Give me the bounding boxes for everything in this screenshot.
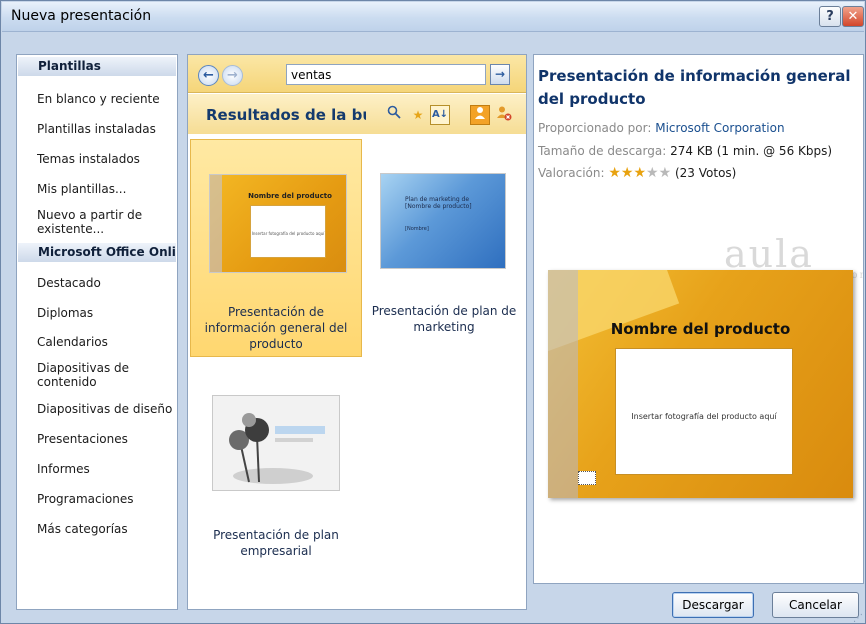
arrow-left-icon: ← bbox=[203, 68, 214, 83]
template-label: Presentación de información general del … bbox=[204, 305, 348, 351]
template-label: Presentación de plan de marketing bbox=[371, 304, 517, 334]
resize-grip-icon[interactable]: ⋰ bbox=[853, 613, 863, 624]
template-thumbnail: Nombre del producto Insertar fotografía … bbox=[209, 174, 347, 273]
star-empty-icon[interactable]: ★ bbox=[659, 165, 672, 181]
user-icon[interactable] bbox=[470, 105, 490, 125]
sidebar-item-design-slides[interactable]: Diapositivas de diseño bbox=[37, 402, 177, 416]
help-icon: ? bbox=[826, 9, 834, 24]
template-tile-business-plan[interactable]: Presentación de plan empresarial bbox=[190, 381, 362, 591]
download-size-label: Tamaño de descarga: bbox=[538, 144, 667, 158]
thumb-title: Plan de marketing de [Nombre de producto… bbox=[405, 196, 472, 210]
provider-label: Proporcionado por: bbox=[538, 121, 652, 135]
download-button[interactable]: Descargar bbox=[672, 592, 754, 618]
cancel-button[interactable]: Cancelar bbox=[772, 592, 859, 618]
sidebar-item-installed-themes[interactable]: Temas instalados bbox=[37, 152, 177, 166]
templates-header: Plantillas bbox=[18, 57, 176, 76]
thumb-photo-box: Insertar fotografía del producto aquí bbox=[250, 205, 326, 258]
office-online-header: Microsoft Office Online bbox=[18, 243, 176, 262]
sidebar-item-schedules[interactable]: Programaciones bbox=[37, 492, 177, 506]
template-thumbnail: Plan de marketing de [Nombre de producto… bbox=[380, 173, 506, 269]
thumb-title: Nombre del producto bbox=[248, 192, 332, 200]
sidebar-item-blank-recent[interactable]: En blanco y reciente bbox=[37, 92, 177, 106]
sidebar-item-more-categories[interactable]: Más categorías bbox=[37, 522, 177, 536]
download-size-value: 274 KB (1 min. @ 56 Kbps) bbox=[670, 144, 833, 158]
provider-value: Microsoft Corporation bbox=[655, 121, 785, 135]
provider-line: Proporcionado por: Microsoft Corporation bbox=[538, 121, 785, 135]
template-label: Presentación de plan empresarial bbox=[213, 528, 339, 558]
results-title: Resultados de la búsqueda bbox=[206, 106, 366, 124]
template-preview-panel: Presentación de información general del … bbox=[533, 54, 864, 584]
slide-caption: Insertar fotografía del producto aquí bbox=[631, 412, 777, 421]
help-button[interactable]: ? bbox=[819, 6, 841, 27]
thumb-caption: [Nombre] bbox=[405, 226, 429, 232]
sidebar-item-reports[interactable]: Informes bbox=[37, 462, 177, 476]
window-title: Nueva presentación bbox=[11, 8, 152, 24]
new-presentation-dialog: Nueva presentación ? ✕ Plantillas En bla… bbox=[0, 0, 866, 624]
search-bar: ← → → bbox=[188, 55, 526, 93]
slide-photo-placeholder: Insertar fotografía del producto aquí bbox=[615, 348, 793, 475]
star-empty-icon[interactable]: ★ bbox=[646, 165, 659, 181]
rating-stars[interactable]: ★★★★★ bbox=[608, 165, 671, 181]
sidebar-item-new-from-existing[interactable]: Nuevo a partir de existente... bbox=[37, 208, 177, 236]
rating-label: Valoración: bbox=[538, 166, 605, 180]
slide-preview: Nombre del producto Insertar fotografía … bbox=[548, 270, 853, 498]
star-filled-icon[interactable]: ★ bbox=[608, 165, 621, 181]
sidebar-item-presentations[interactable]: Presentaciones bbox=[37, 432, 177, 446]
arrow-right-icon: → bbox=[227, 68, 238, 83]
go-arrow-icon: → bbox=[494, 67, 506, 81]
thumb-caption: Insertar fotografía del producto aquí bbox=[251, 231, 325, 236]
rating-line: Valoración: ★★★★★ (23 Votos) bbox=[538, 166, 736, 180]
thumb-stripe bbox=[210, 175, 222, 272]
results-header: Resultados de la búsqueda ★ A↓ bbox=[188, 94, 526, 134]
favorite-icon[interactable]: ★ bbox=[408, 105, 428, 125]
remove-user-icon[interactable] bbox=[494, 105, 514, 125]
star-filled-icon[interactable]: ★ bbox=[621, 165, 634, 181]
slide-logo-placeholder bbox=[578, 471, 596, 485]
search-input[interactable] bbox=[286, 64, 486, 85]
template-tile-marketing-plan[interactable]: Plan de marketing de [Nombre de producto… bbox=[358, 139, 530, 357]
back-button[interactable]: ← bbox=[198, 65, 219, 86]
star-filled-icon[interactable]: ★ bbox=[633, 165, 646, 181]
title-bar: Nueva presentación ? ✕ bbox=[2, 2, 864, 32]
search-results-panel: ← → → Resultados de la búsqueda ★ A↓ bbox=[187, 54, 527, 610]
sort-icon[interactable]: A↓ bbox=[430, 105, 450, 125]
download-size-line: Tamaño de descarga: 274 KB (1 min. @ 56 … bbox=[538, 144, 832, 158]
slide-title: Nombre del producto bbox=[610, 320, 791, 338]
template-thumbnail bbox=[212, 395, 340, 491]
slide-decor-stripe bbox=[548, 270, 578, 498]
template-categories-panel: Plantillas En blanco y reciente Plantill… bbox=[16, 54, 178, 610]
preview-title: Presentación de información general del … bbox=[538, 67, 851, 108]
template-tile-product-overview[interactable]: Nombre del producto Insertar fotografía … bbox=[190, 139, 362, 357]
close-button[interactable]: ✕ bbox=[842, 6, 864, 27]
sidebar-item-calendars[interactable]: Calendarios bbox=[37, 335, 177, 349]
search-go-button[interactable]: → bbox=[490, 64, 510, 85]
sidebar-item-diplomas[interactable]: Diplomas bbox=[37, 306, 177, 320]
sidebar-item-featured[interactable]: Destacado bbox=[37, 276, 177, 290]
sidebar-item-installed-templates[interactable]: Plantillas instaladas bbox=[37, 122, 177, 136]
forward-button[interactable]: → bbox=[222, 65, 243, 86]
business-plan-art bbox=[213, 396, 339, 490]
sidebar-item-my-templates[interactable]: Mis plantillas... bbox=[37, 182, 177, 196]
votes-count: (23 Votos) bbox=[674, 166, 737, 180]
sidebar-item-content-slides[interactable]: Diapositivas de contenido bbox=[37, 361, 177, 389]
find-icon[interactable] bbox=[384, 105, 404, 125]
close-icon: ✕ bbox=[847, 9, 859, 24]
